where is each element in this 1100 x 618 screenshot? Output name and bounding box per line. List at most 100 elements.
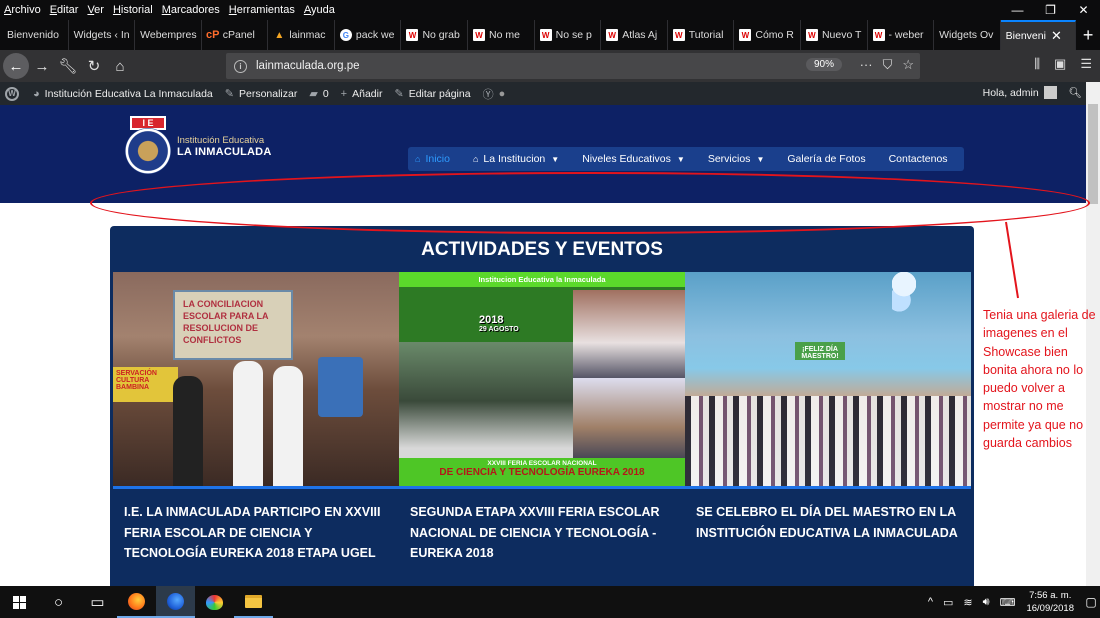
browser-tab[interactable]: W Tutorial — [668, 20, 735, 50]
nav-servicios[interactable]: Servicios ▼ — [708, 153, 765, 165]
seo-status-dot-icon: ● — [498, 87, 506, 100]
search-icon[interactable]: 🔍︎ — [1069, 86, 1082, 99]
yoast-link[interactable]: Ⓨ ● — [483, 86, 511, 102]
browser-tab[interactable]: Widgets ‹ In — [69, 20, 136, 50]
library-icon[interactable]: ⫼ — [1034, 56, 1040, 72]
activity-image-dia-maestro[interactable]: ¡FELIZ DÍA MAESTRO! — [685, 272, 971, 486]
browser-tab[interactable]: W Cómo R — [734, 20, 801, 50]
activity-captions: I.E. LA INMACULADA PARTICIPO EN XXVIII F… — [113, 502, 971, 564]
wp-add-new-link[interactable]: + Añadir — [341, 88, 383, 100]
zoom-indicator[interactable]: 90% — [806, 58, 843, 71]
person-figure — [273, 366, 303, 486]
minimize-button[interactable]: — — [1001, 0, 1034, 20]
caption-link-1[interactable]: I.E. LA INMACULADA PARTICIPO EN XXVIII F… — [113, 502, 399, 564]
nav-contactenos[interactable]: Contactenos — [889, 153, 948, 165]
taskbar-firefox-developer[interactable] — [156, 586, 195, 618]
browser-tab[interactable]: Bienvenido — [2, 20, 69, 50]
menu-editar[interactable]: Editar — [50, 4, 79, 16]
keyboard-icon[interactable]: ⌨ — [1000, 596, 1016, 609]
forward-button[interactable]: → — [29, 53, 55, 79]
url-text[interactable]: lainmaculada.org.pe — [256, 60, 360, 72]
notification-icon[interactable]: ▢ — [1082, 595, 1100, 609]
scrollbar-thumb[interactable] — [1088, 104, 1098, 204]
taskbar-file-explorer[interactable] — [234, 586, 273, 618]
clock[interactable]: 7:56 a. m. 16/09/2018 — [1026, 589, 1074, 615]
battery-icon[interactable]: ▭ — [943, 596, 953, 609]
wp-greeting: Hola, admin — [982, 86, 1039, 99]
browser-tab[interactable]: ▲ lainmac — [268, 20, 335, 50]
browser-tab[interactable]: W No me — [468, 20, 535, 50]
w-favicon-icon: W — [872, 29, 885, 41]
wp-account[interactable]: Hola, admin 🔍︎ — [983, 86, 1082, 99]
tab-label: No me — [489, 29, 520, 41]
chevron-down-icon: ▼ — [676, 154, 685, 164]
back-button[interactable]: ← — [3, 53, 29, 79]
close-tab-icon[interactable]: ✕ — [1051, 28, 1062, 44]
browser-tab[interactable]: W- weber — [868, 20, 935, 50]
person-figure — [233, 361, 263, 486]
flyer-footer: XXVIII FERIA ESCOLAR NACIONAL DE CIENCIA … — [399, 458, 685, 486]
caption-link-3[interactable]: SE CELEBRO EL DÍA DEL MAESTRO EN LA INST… — [685, 502, 971, 564]
activity-image-feria[interactable]: Institucion Educativa la Inmaculada 2018… — [399, 272, 685, 486]
firefox-icon — [128, 592, 145, 610]
site-brand[interactable]: Institución Educativa LA INMACULADA — [177, 135, 271, 158]
bookmark-star-icon[interactable]: ☆ — [902, 57, 914, 73]
nav-niveles-educativos[interactable]: Niveles Educativos ▼ — [582, 153, 685, 165]
menu-herramientas[interactable]: Herramientas — [229, 4, 295, 16]
menu-marcadores[interactable]: Marcadores — [162, 4, 220, 16]
browser-tab[interactable]: Widgets Ov — [934, 20, 1001, 50]
task-view-button[interactable]: ▭ — [78, 586, 117, 618]
school-logo[interactable]: I E — [124, 116, 172, 176]
section-title: ACTIVIDADES Y EVENTOS — [421, 239, 663, 260]
wp-edit-page-link[interactable]: ✎ Editar página — [394, 87, 470, 101]
restore-button[interactable]: ❐ — [1034, 0, 1067, 20]
new-tab-button[interactable]: + — [1076, 20, 1100, 50]
reload-button[interactable]: ↻ — [81, 53, 107, 79]
wp-site-link[interactable]: ◕ Institución Educativa La Inmaculada — [33, 88, 213, 100]
browser-tab[interactable]: Bienveni ✕ — [1000, 20, 1077, 50]
flyer-photo — [573, 290, 685, 378]
wifi-icon[interactable]: ≋ — [963, 596, 972, 609]
browser-tab[interactable]: W No grab — [401, 20, 469, 50]
nav-label: Inicio — [425, 153, 450, 165]
page-actions-icon[interactable]: ··· — [860, 57, 873, 73]
caption-link-2[interactable]: SEGUNDA ETAPA XXVIII FERIA ESCOLAR NACIO… — [399, 502, 685, 564]
url-bar[interactable]: i lainmaculada.org.pe 90% ··· ⛉ ☆ — [226, 53, 920, 79]
sidebar-icon[interactable]: ▣ — [1054, 56, 1066, 72]
hamburger-menu-icon[interactable]: ☰ — [1080, 56, 1092, 72]
browser-tab[interactable]: Gpack we — [335, 20, 402, 50]
menu-archivo[interactable]: Archivo — [4, 4, 41, 16]
tab-label: Webempres — [140, 29, 197, 41]
volume-icon[interactable]: 🔊︎ — [983, 596, 990, 609]
nav-la-institucion[interactable]: ⌂ La Institucion ▼ — [473, 153, 559, 165]
activity-image-conciliacion[interactable]: LA CONCILIACION ESCOLAR PARA LA RESOLUCI… — [113, 272, 399, 486]
browser-tab[interactable]: W Atlas Aj — [601, 20, 668, 50]
browser-tab[interactable]: W No se p — [535, 20, 602, 50]
chevron-up-icon[interactable]: ^ — [928, 596, 933, 608]
wp-customize-link[interactable]: ✎ Personalizar — [225, 87, 298, 101]
menu-ayuda[interactable]: Ayuda — [304, 4, 335, 16]
browser-tab[interactable]: cP cPanel — [202, 20, 269, 50]
avatar[interactable] — [1043, 86, 1057, 99]
tools-button[interactable]: 🔧︎ — [55, 53, 81, 79]
browser-tab[interactable]: W Nuevo T — [801, 20, 868, 50]
pocket-icon[interactable]: ⛉ — [883, 57, 893, 73]
w-favicon-icon: W — [739, 29, 752, 41]
start-button[interactable] — [0, 586, 39, 618]
nav-galeria-de-fotos[interactable]: Galería de Fotos — [787, 153, 865, 165]
wordpress-icon[interactable]: W — [5, 86, 19, 101]
nav-inicio[interactable]: ⌂ Inicio — [415, 153, 450, 165]
menu-ver[interactable]: Ver — [87, 4, 104, 16]
search-button[interactable]: ○ — [39, 586, 78, 618]
taskbar-paint[interactable] — [195, 586, 234, 618]
info-icon[interactable]: i — [234, 59, 247, 73]
window-controls: — ❐ ✕ — [1001, 0, 1100, 20]
taskbar-firefox[interactable] — [117, 586, 156, 618]
close-window-button[interactable]: ✕ — [1067, 0, 1100, 20]
browser-tab[interactable]: Webempres — [135, 20, 202, 50]
wp-comments-count: 0 — [322, 87, 329, 100]
w-favicon-icon: W — [406, 29, 419, 41]
menu-historial[interactable]: Historial — [113, 4, 153, 16]
home-button[interactable]: ⌂ — [107, 53, 133, 79]
wp-comments-link[interactable]: ▰ 0 — [309, 87, 329, 101]
